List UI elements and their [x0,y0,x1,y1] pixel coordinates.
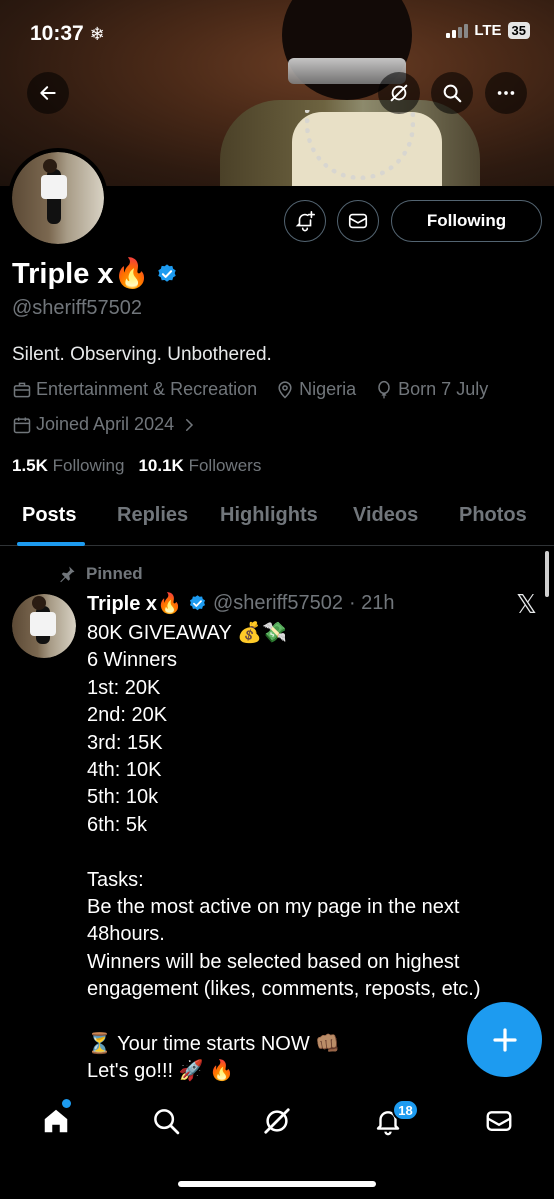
verified-icon [189,595,205,611]
message-icon [348,213,368,229]
grok-icon [264,1108,290,1134]
profile-handle: @sheriff57502 [12,297,143,319]
search-icon [443,84,462,103]
message-button[interactable] [337,200,379,242]
profile-meta: Entertainment & Recreation Nigeria Born … [12,379,488,400]
pinned-label: Pinned [58,564,143,584]
compose-button[interactable] [467,1002,542,1077]
search-icon [154,1109,180,1135]
nav-messages[interactable] [483,1105,515,1137]
profile-avatar[interactable] [8,148,108,248]
home-icon [44,1109,68,1133]
nav-grok[interactable] [261,1105,293,1137]
following-button[interactable]: Following [391,200,542,242]
notifications-badge: 18 [392,1099,419,1121]
scrollbar[interactable] [545,551,549,597]
location-item: Nigeria [275,379,356,400]
post-line: ⏳ Your time starts NOW 👊🏽 [87,1033,341,1056]
joined-item[interactable]: Joined April 2024 [12,414,198,435]
followers-count[interactable]: 10.1K Followers [138,456,261,476]
tab-replies[interactable]: Replies [117,504,188,527]
notify-button[interactable] [284,200,326,242]
calendar-icon [13,417,31,433]
post-author-name[interactable]: Triple x🔥 [87,591,182,616]
post-line: 6 Winners [87,649,178,672]
nav-home[interactable] [40,1105,72,1137]
chevron-right-icon [186,418,194,431]
more-button[interactable] [485,72,527,114]
pin-icon [60,566,75,583]
following-count[interactable]: 1.5K Following [12,456,124,476]
profile-name-text: Triple x🔥 [12,258,150,290]
profile-bio: Silent. Observing. Unbothered. [12,344,272,365]
mail-icon [486,1111,512,1131]
network-label: LTE [474,22,502,39]
more-icon [497,91,515,95]
birthday-label: Born 7 July [398,379,489,399]
joined-row[interactable]: Joined April 2024 [12,414,198,435]
post-line: 5th: 10k [87,786,159,809]
post-avatar-photo [12,594,76,658]
post-line: 6th: 5k [87,813,148,836]
briefcase-icon [13,382,31,397]
post-line: Tasks: [87,868,144,891]
birthday-item: Born 7 July [374,379,488,400]
x-logo-icon[interactable]: 𝕏 [516,590,537,620]
back-button[interactable] [27,72,69,114]
signal-icon [446,23,469,38]
post-line: 3rd: 15K [87,731,163,754]
status-time: 10:37 ❄ [30,22,105,45]
verified-icon[interactable] [156,263,178,285]
profile-name: Triple x🔥 [12,257,178,291]
plus-icon [492,1027,517,1052]
tab-posts[interactable]: Posts [22,504,76,527]
battery-icon: 35 [507,22,530,39]
post-line [87,1004,527,1031]
location-icon [278,380,292,399]
tab-photos[interactable]: Photos [459,504,527,527]
follow-counts: 1.5K Following 10.1K Followers [12,456,261,476]
tab-videos[interactable]: Videos [353,504,418,527]
grok-icon [390,84,408,102]
pinned-text: Pinned [86,564,143,583]
balloon-icon [378,380,390,398]
post-author-avatar[interactable] [12,594,76,658]
location-label: Nigeria [299,379,357,399]
post-line: 80K GIVEAWAY 💰💸 [87,622,287,644]
nav-search[interactable] [150,1105,182,1137]
active-tab-indicator [17,542,85,546]
avatar-photo [12,152,104,244]
home-indicator[interactable] [178,1181,376,1187]
post-header: Triple x🔥 @sheriff57502 · 21h [87,591,395,616]
category-label: Entertainment & Recreation [36,379,258,399]
post-text[interactable]: 80K GIVEAWAY 💰💸 6 Winners 1st: 20K 2nd: … [87,620,527,1086]
tab-highlights[interactable]: Highlights [220,504,318,527]
post-time: · 21h [348,592,395,614]
grok-button[interactable] [378,72,420,114]
search-button[interactable] [431,72,473,114]
post-line: engagement (likes, comments, reposts, et… [87,978,481,1001]
post-line: 1st: 20K [87,676,161,699]
status-indicators: LTE 35 [446,22,530,39]
post-line: Be the most active on my page in the nex… [87,896,460,919]
post-line: 2nd: 20K [87,704,168,727]
joined-label: Joined April 2024 [36,414,175,434]
post-line: 4th: 10K [87,759,162,782]
post-line: Let's go!!! 🚀 🔥 [87,1060,235,1083]
category-item: Entertainment & Recreation [12,379,257,400]
profile-tabs: Posts Replies Highlights Videos Photos [0,496,554,546]
post-line [87,839,527,866]
post-line: 48hours. [87,923,165,946]
back-arrow-icon [40,86,56,100]
post-author-handle[interactable]: @sheriff57502 [213,592,343,615]
post-line: Winners will be selected based on highes… [87,950,460,973]
home-unread-dot [62,1099,71,1108]
notification-add-icon [295,211,315,232]
